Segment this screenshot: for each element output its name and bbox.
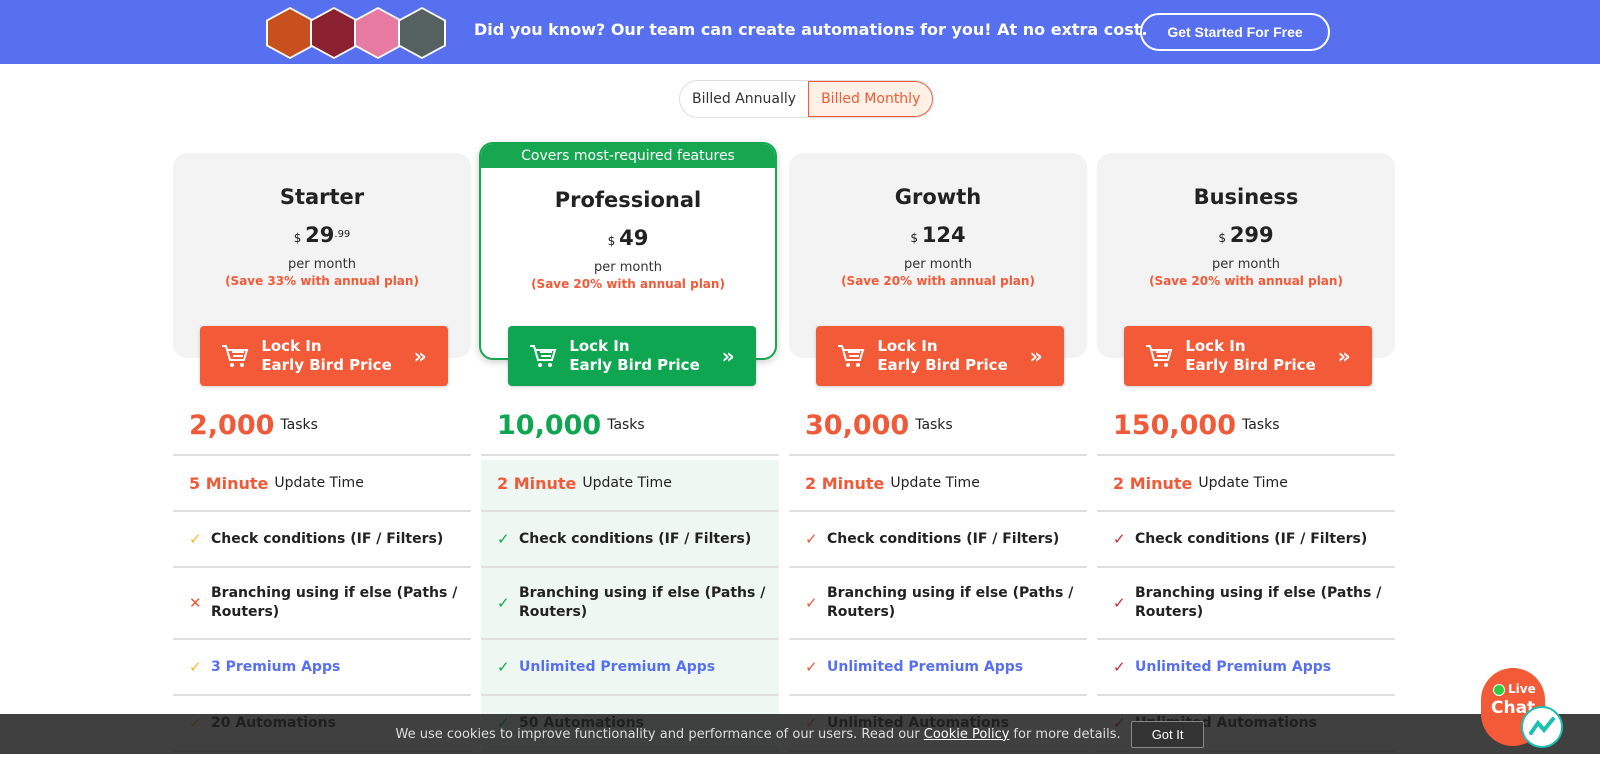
cookie-policy-link[interactable]: Cookie Policy xyxy=(924,727,1010,742)
update-time-row: 2 Minute Update Time xyxy=(1097,456,1395,512)
feature-row: ✓ Unlimited Premium Apps xyxy=(789,640,1087,696)
check-icon: ✓ xyxy=(805,530,818,548)
promo-banner: Did you know? Our team can create automa… xyxy=(0,0,1600,64)
savings-note: (Save 20% with annual plan) xyxy=(531,277,725,291)
plan-features: 30,000 Tasks 2 Minute Update Time ✓ Check c… xyxy=(789,396,1087,752)
feature-row: ✓ Branching using if else (Paths / Router… xyxy=(1097,568,1395,640)
feature-row: ✓ 3 Premium Apps xyxy=(173,640,471,696)
check-icon: ✓ xyxy=(1113,658,1126,676)
plan-name: Starter xyxy=(279,185,365,209)
avatar xyxy=(266,7,314,59)
avatar xyxy=(398,7,446,59)
check-icon: ✓ xyxy=(497,658,510,676)
check-icon: ✓ xyxy=(1113,530,1126,548)
cookie-text-after: for more details. xyxy=(1013,726,1121,742)
feature-row: ✕ Branching using if else (Paths / Router… xyxy=(173,568,471,640)
plan-features: 10,000 Tasks 2 Minute Update Time ✓ Check c… xyxy=(481,410,779,752)
feature-row: ✓ Check conditions (IF / Filters) xyxy=(481,512,779,568)
savings-note: (Save 20% with annual plan) xyxy=(1149,274,1343,288)
check-icon: ✓ xyxy=(1113,593,1126,612)
avatar xyxy=(310,7,358,59)
check-icon: ✓ xyxy=(497,593,510,612)
cart-icon xyxy=(222,345,249,367)
billed-annually-option[interactable]: Billed Annually xyxy=(680,81,808,117)
tasks-row: 150,000 Tasks xyxy=(1097,396,1395,456)
plan-price: $ 49 xyxy=(607,226,649,250)
cart-icon xyxy=(530,345,557,367)
avatar xyxy=(354,7,402,59)
plan-name: Business xyxy=(1193,185,1299,209)
tasks-row: 2,000 Tasks xyxy=(173,396,471,456)
feature-row: ✓ Branching using if else (Paths / Router… xyxy=(789,568,1087,640)
double-chevron-right-icon: » xyxy=(1029,344,1043,368)
update-time-row: 2 Minute Update Time xyxy=(481,456,779,512)
savings-note: (Save 33% with annual plan) xyxy=(225,274,419,288)
feature-row: ✓ Unlimited Premium Apps xyxy=(481,640,779,696)
billed-monthly-option[interactable]: Billed Monthly xyxy=(808,81,934,117)
plan-name: Growth xyxy=(894,185,982,209)
check-icon: ✓ xyxy=(189,530,202,548)
billing-toggle: Billed Annually Billed Monthly xyxy=(679,80,935,118)
cart-icon xyxy=(1146,345,1173,367)
lock-in-button[interactable]: Lock In Early Bird Price » xyxy=(1124,326,1372,386)
update-time-row: 5 Minute Update Time xyxy=(173,456,471,512)
double-chevron-right-icon: » xyxy=(413,344,427,368)
feature-row: ✓ Check conditions (IF / Filters) xyxy=(173,512,471,568)
got-it-button[interactable]: Got It xyxy=(1130,720,1205,748)
check-icon: ✓ xyxy=(189,658,202,676)
cross-icon: ✕ xyxy=(189,593,202,612)
savings-note: (Save 20% with annual plan) xyxy=(841,274,1035,288)
plan-price: $ 29.99 xyxy=(293,223,351,247)
double-chevron-right-icon: » xyxy=(721,344,735,368)
plan-features: 2,000 Tasks 5 Minute Update Time ✓ Check co… xyxy=(173,396,471,752)
online-dot-icon xyxy=(1493,684,1505,696)
lock-in-button[interactable]: Lock In Early Bird Price » xyxy=(816,326,1064,386)
feature-row: ✓ Check conditions (IF / Filters) xyxy=(789,512,1087,568)
tasks-row: 10,000 Tasks xyxy=(481,396,779,456)
feature-row: ✓ Unlimited Premium Apps xyxy=(1097,640,1395,696)
team-avatars xyxy=(266,7,446,59)
billing-period: per month xyxy=(288,257,356,272)
plan-features: 150,000 Tasks 2 Minute Update Time ✓ Check … xyxy=(1097,396,1395,752)
check-icon: ✓ xyxy=(497,530,510,548)
live-label: Live xyxy=(1508,682,1536,696)
feature-row: ✓ Check conditions (IF / Filters) xyxy=(1097,512,1395,568)
billing-period: per month xyxy=(594,260,662,275)
cart-icon xyxy=(838,345,865,367)
plan-price: $ 124 xyxy=(910,223,966,247)
chat-logo-icon[interactable] xyxy=(1521,706,1563,748)
cookie-text: We use cookies to improve functionality … xyxy=(395,726,920,742)
feature-row: ✓ Branching using if else (Paths / Router… xyxy=(481,568,779,640)
tasks-row: 30,000 Tasks xyxy=(789,396,1087,456)
update-time-row: 2 Minute Update Time xyxy=(789,456,1087,512)
lock-in-button[interactable]: Lock In Early Bird Price » xyxy=(508,326,756,386)
plan-name: Professional xyxy=(554,188,702,212)
billing-period: per month xyxy=(904,257,972,272)
check-icon: ✓ xyxy=(805,593,818,612)
lock-in-button[interactable]: Lock In Early Bird Price » xyxy=(200,326,448,386)
billing-period: per month xyxy=(1212,257,1280,272)
get-started-button[interactable]: Get Started For Free xyxy=(1140,13,1330,51)
double-chevron-right-icon: » xyxy=(1337,344,1351,368)
recommended-ribbon: Covers most-required features xyxy=(481,144,775,168)
cookie-bar: We use cookies to improve functionality … xyxy=(0,714,1600,754)
plan-price: $ 299 xyxy=(1218,223,1274,247)
check-icon: ✓ xyxy=(805,658,818,676)
banner-text: Did you know? Our team can create automa… xyxy=(474,20,1148,39)
